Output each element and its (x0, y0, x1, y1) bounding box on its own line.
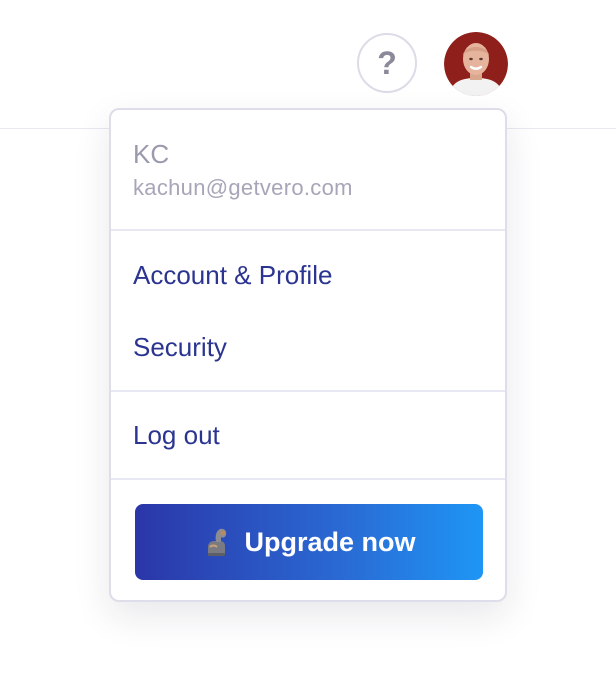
user-email: kachun@getvero.com (133, 175, 353, 200)
upgrade-now-label: Upgrade now (244, 526, 416, 557)
menu-divider (111, 478, 505, 480)
menu-item-security[interactable]: Security (133, 330, 227, 364)
menu-divider (111, 229, 505, 231)
menu-item-account-profile[interactable]: Account & Profile (133, 258, 332, 292)
page: ? KC kachun@getvero.com Account & Profil… (0, 0, 616, 700)
help-button[interactable]: ? (357, 33, 417, 93)
flexed-biceps-icon (208, 528, 227, 556)
avatar[interactable] (444, 32, 508, 96)
user-name: KC (133, 139, 170, 169)
menu-divider (111, 390, 505, 392)
menu-item-log-out[interactable]: Log out (133, 418, 220, 452)
user-avatar-image (444, 32, 508, 96)
question-mark-icon: ? (377, 45, 397, 81)
upgrade-now-button[interactable]: Upgrade now (135, 504, 483, 580)
user-dropdown-menu: KC kachun@getvero.com Account & Profile … (109, 108, 507, 602)
